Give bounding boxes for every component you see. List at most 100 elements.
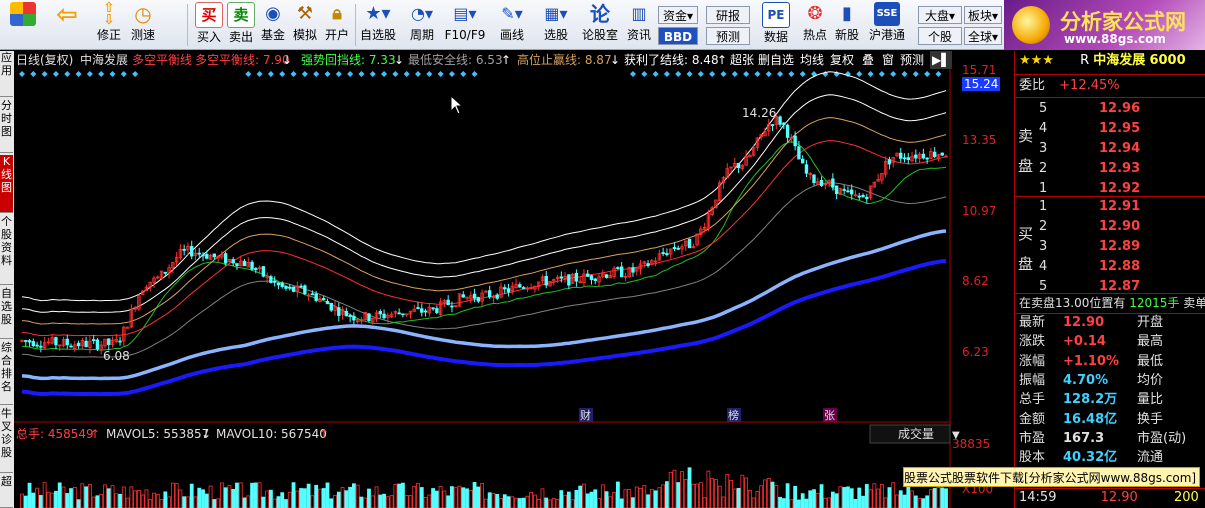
quote-row: 最新 12.90 开盘 [1019, 313, 1204, 333]
kline-chart[interactable]: 财 榜 张 14.26 6.08 总手: 458549 ↑ MAVOL5: 5538… [14, 69, 1014, 508]
balance-line-label: 多空平衡线 [132, 53, 193, 67]
select-stock-button[interactable]: ▦▾ 选股 [538, 2, 574, 48]
nav-diagnose[interactable]: 牛叉诊股 [0, 407, 13, 473]
hotspot-button[interactable]: ❂ 热点 [798, 2, 832, 48]
overlay-button[interactable]: 叠 [862, 51, 874, 69]
chaozhang-button[interactable]: 超张 [730, 51, 754, 69]
ask-level: 3 [1039, 141, 1048, 156]
candle-body [329, 302, 333, 311]
ad-banner[interactable]: 股票公式股票软件下载[分析家公式网www.88gs.com] [903, 467, 1200, 487]
window-button[interactable]: 窗 [882, 51, 894, 69]
volume-bar [382, 493, 386, 508]
buy-button[interactable]: 买 买入 [192, 2, 226, 48]
watchlist-button[interactable]: ★▾ 自选股 [358, 2, 398, 48]
fix-button[interactable]: ⇧ ⇩ 修正 [92, 1, 126, 48]
take-profit-value: 获利了结线: 8.48 [624, 53, 719, 67]
price-tick: 10.97 [962, 204, 997, 218]
stat-key2: 均价 [1137, 372, 1164, 388]
candle-body [887, 159, 892, 165]
candle-body [842, 189, 846, 191]
data-button[interactable]: PE 数据 [756, 2, 796, 48]
volume-bar [770, 481, 775, 508]
buy-label: 买入 [196, 30, 221, 44]
adjust-button[interactable]: 复权 [830, 51, 854, 69]
global-button[interactable]: 全球▾ [964, 27, 1002, 45]
volume-bar [336, 491, 341, 508]
hk-connect-button[interactable]: SSE 沪港通 [866, 2, 908, 48]
logo-url: www.88gs.com [1064, 32, 1166, 46]
sector-button[interactable]: 板块▾ [964, 6, 1002, 24]
nav-app[interactable]: 应用 [0, 51, 13, 97]
candle-body [76, 342, 81, 347]
fund-flow-button[interactable]: 资金▾ [658, 6, 698, 24]
stat-key2: 市盈(动) [1137, 430, 1187, 446]
news-button[interactable]: ▥ 资讯 [622, 2, 656, 48]
research-button[interactable]: 研报 [706, 6, 750, 24]
grid-button[interactable] [6, 2, 40, 48]
stat-key: 涨跌 [1019, 334, 1046, 350]
candle-body [797, 146, 801, 160]
nav-intraday[interactable]: 分时图 [0, 99, 13, 153]
period-button[interactable]: ◔▾ 周期 [404, 2, 440, 48]
forecast-toggle[interactable]: 预测 [900, 51, 924, 69]
order-note-row: 在卖盘13.00位置有 12015手 卖单 [1019, 293, 1205, 313]
ipo-button[interactable]: ▮ 新股 [830, 2, 864, 48]
drawline-button[interactable]: ✎▾ 画线 [494, 2, 530, 48]
f10-button[interactable]: ▤▾ F10/F9 [442, 2, 488, 48]
remove-watch-button[interactable]: 删自选 [758, 51, 794, 69]
logo-ball-icon [1012, 6, 1050, 44]
candle-body [785, 124, 790, 138]
bid-level: 1 [1039, 199, 1048, 214]
nav-more[interactable]: 超 [0, 475, 13, 508]
quote-row: 总手 128.2万 量比 [1019, 390, 1204, 410]
volume-axis-top: 38835 [952, 437, 990, 451]
stat-key2: 换手 [1137, 411, 1164, 427]
ma-button[interactable]: 均线 [800, 51, 824, 69]
forecast-button[interactable]: 预测 [706, 27, 750, 45]
market-button[interactable]: 大盘▾ [918, 6, 962, 24]
period-icon: ◔▾ [411, 4, 433, 23]
candle-body [65, 338, 69, 346]
f10-icon: ▤▾ [453, 4, 477, 23]
open-account-button[interactable]: 🔒︎ 开户 [320, 2, 354, 48]
volume-bar [857, 487, 862, 508]
single-stock-button[interactable]: 个股 [918, 27, 962, 45]
hot-icon: ❂ [807, 3, 823, 24]
volume-bar [804, 498, 809, 508]
fund-button[interactable]: ◉ 基金 [256, 2, 290, 48]
volume-bar [778, 496, 782, 508]
quote-row: 4 12.95 [1019, 119, 1204, 139]
simulate-button[interactable]: ⚒ 模拟 [288, 2, 322, 48]
volume-bar [913, 495, 918, 508]
volume-bar [834, 493, 839, 508]
stat-value: 128.2万 [1063, 392, 1118, 408]
nav-intraday-label: 分时图 [1, 99, 12, 138]
volume-bar [344, 490, 349, 508]
nav-watchlist[interactable]: 自选股 [0, 287, 13, 339]
nav-kline[interactable]: K线图 [0, 155, 13, 213]
sell-button[interactable]: 卖 卖出 [224, 2, 258, 48]
ask-level: 5 [1039, 101, 1048, 116]
candle-body [544, 275, 548, 286]
volume-bar [808, 490, 813, 508]
candle-body [231, 259, 235, 264]
talk-room-button[interactable]: 论 论股室 [580, 2, 620, 48]
price-tick: 13.35 [962, 133, 997, 147]
candle-body [495, 294, 499, 299]
buy-icon: 买 [195, 2, 223, 28]
tick-time: 14:59 [1019, 490, 1057, 505]
nav-profile[interactable]: 个股资料 [0, 215, 13, 285]
expand-icon[interactable]: ▶▌ [930, 51, 953, 69]
bbd-button[interactable]: BBD [658, 27, 698, 45]
speedtest-button[interactable]: ◷ 测速 [126, 2, 160, 48]
nav-ranking[interactable]: 综合排名 [0, 341, 13, 405]
back-button[interactable]: ⇦ [50, 2, 84, 48]
volume-bar [284, 499, 288, 508]
order-tail: 卖单 [1183, 296, 1205, 310]
candle-body [401, 313, 405, 316]
volume-bar [864, 484, 869, 508]
candle-body [446, 299, 450, 306]
ask-level: 2 [1039, 161, 1048, 176]
period-label[interactable]: 日线(复权) [16, 51, 73, 69]
candle-body [291, 286, 296, 292]
